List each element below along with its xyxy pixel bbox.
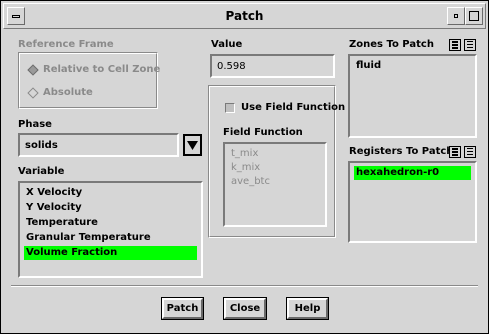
radio-unselected-icon — [27, 86, 39, 99]
help-button[interactable]: Help — [287, 298, 328, 319]
zones-label: Zones To Patch — [349, 39, 434, 50]
list-item[interactable]: Temperature — [24, 216, 197, 230]
list-item[interactable]: Granular Temperature — [24, 231, 197, 245]
radio-relative-to-cell-zone[interactable]: Relative to Cell Zone — [27, 63, 161, 76]
variable-list[interactable]: X Velocity Y Velocity Temperature Granul… — [18, 181, 203, 278]
field-function-label: Field Function — [223, 127, 303, 138]
field-function-list[interactable]: t_mix k_mix ave_btc — [223, 142, 327, 227]
phase-select[interactable]: solids — [18, 133, 179, 157]
value-input[interactable]: 0.598 — [210, 54, 335, 78]
value-text: 0.598 — [217, 61, 246, 72]
chevron-down-icon — [187, 141, 198, 150]
patch-dialog: Patch Reference Frame Relative to Cell Z… — [0, 0, 489, 334]
title-bar[interactable]: Patch — [3, 3, 486, 29]
list-item-selected[interactable]: Volume Fraction — [24, 246, 197, 260]
zones-list[interactable]: fluid — [348, 54, 477, 138]
list-item-selected[interactable]: hexahedron-r0 — [354, 166, 471, 180]
radio-selected-icon — [27, 63, 39, 76]
list-item[interactable]: t_mix — [229, 147, 321, 161]
phase-dropdown-button[interactable] — [183, 134, 202, 156]
use-field-function-checkbox[interactable] — [225, 103, 235, 113]
list-item[interactable]: Y Velocity — [24, 201, 197, 215]
patch-button[interactable]: Patch — [162, 298, 203, 319]
reference-frame-label: Reference Frame — [18, 39, 114, 50]
use-field-function-label: Use Field Function — [241, 102, 346, 113]
radio-absolute-label: Absolute — [43, 87, 93, 98]
minimize-button[interactable] — [447, 7, 465, 25]
registers-list[interactable]: hexahedron-r0 — [348, 161, 477, 243]
select-all-icon[interactable] — [449, 39, 461, 51]
minimize-icon — [454, 14, 458, 18]
maximize-button[interactable] — [465, 7, 483, 25]
close-button[interactable]: Close — [224, 298, 266, 319]
deselect-all-icon[interactable] — [464, 39, 476, 51]
reference-frame-group — [18, 52, 158, 109]
phase-value: solids — [25, 140, 58, 151]
variable-label: Variable — [18, 166, 65, 177]
list-item[interactable]: X Velocity — [24, 186, 197, 200]
radio-relative-label: Relative to Cell Zone — [43, 64, 161, 75]
list-item[interactable]: fluid — [354, 59, 471, 73]
value-label: Value — [211, 39, 243, 50]
list-item[interactable]: ave_btc — [229, 175, 321, 189]
maximize-icon — [469, 11, 479, 21]
window-title: Patch — [225, 9, 264, 23]
select-all-icon[interactable] — [449, 146, 461, 158]
list-item[interactable]: k_mix — [229, 161, 321, 175]
deselect-all-icon[interactable] — [464, 146, 476, 158]
radio-absolute[interactable]: Absolute — [27, 86, 93, 99]
separator — [11, 285, 478, 287]
registers-label: Registers To Patch — [349, 146, 454, 157]
phase-label: Phase — [18, 119, 52, 130]
